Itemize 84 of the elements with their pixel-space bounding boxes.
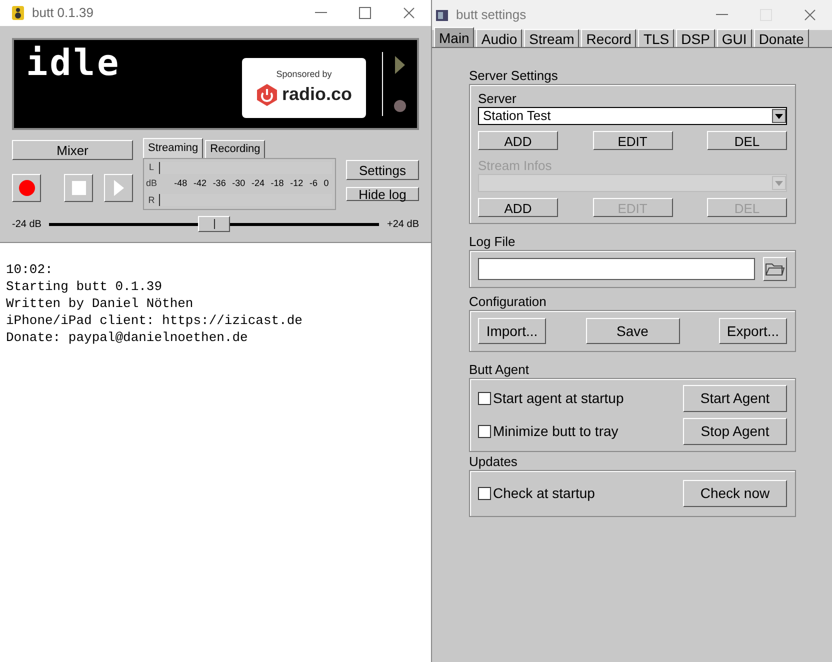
mixer-button[interactable]: Mixer <box>12 140 133 160</box>
scale-label: -42 <box>193 177 206 190</box>
checkbox[interactable] <box>478 425 491 438</box>
status-text: idle <box>26 44 121 86</box>
scale-label: -24 <box>251 177 264 190</box>
sponsor-banner[interactable]: Sponsored by radio.co <box>242 58 366 118</box>
config-button[interactable]: Import... <box>478 318 546 344</box>
record-icon <box>18 180 34 196</box>
settings-tab[interactable]: TLS <box>638 29 674 47</box>
group-title: Log File <box>469 234 516 250</box>
server-action-button[interactable]: ADD <box>478 131 558 150</box>
group-title: Configuration <box>469 294 548 310</box>
field-label: Server <box>478 91 518 107</box>
log-line: Written by Daniel Nöthen <box>6 295 194 312</box>
gain-min-label: -24 dB <box>12 218 42 232</box>
minimize-icon[interactable] <box>315 12 327 14</box>
settings-button[interactable]: Settings <box>346 160 419 180</box>
meter-label: dB <box>146 177 157 190</box>
settings-tab[interactable]: Stream <box>524 29 580 47</box>
play-button[interactable] <box>104 174 133 202</box>
close-icon[interactable] <box>403 7 415 19</box>
log-file-field[interactable] <box>478 258 755 280</box>
settings-tab[interactable]: Record <box>581 29 636 47</box>
dropdown[interactable]: Station Test <box>478 107 787 125</box>
agent-button[interactable]: Stop Agent <box>683 418 787 445</box>
log-line: Donate: paypal@danielnoethen.de <box>6 329 249 346</box>
power-hexagon-icon <box>256 82 278 107</box>
stop-button[interactable] <box>64 174 93 202</box>
meter-label: R <box>148 194 155 206</box>
scale-label: -12 <box>290 177 304 190</box>
sponsor-name: radio.co <box>282 83 352 106</box>
browse-button[interactable] <box>763 257 787 281</box>
checkbox[interactable] <box>478 392 491 405</box>
settings-tab[interactable]: Main <box>434 27 474 47</box>
server-action-button[interactable]: EDIT <box>592 131 672 150</box>
checkbox-label: Start agent at startup <box>493 389 624 408</box>
config-button[interactable]: Export... <box>719 318 787 344</box>
agent-button[interactable]: Start Agent <box>683 385 787 412</box>
scale-label: -18 <box>270 177 284 190</box>
scale-label: -6 <box>309 177 318 190</box>
record-button[interactable] <box>12 174 41 202</box>
meter-label: L <box>148 161 154 174</box>
sponsor-caption: Sponsored by <box>276 68 332 81</box>
checkbox-label: Minimize butt to tray <box>493 422 618 441</box>
maximize-icon[interactable] <box>359 7 371 19</box>
log-line: 10:02: <box>6 261 54 278</box>
window-title: butt 0.1.39 <box>32 4 94 22</box>
settings-tab[interactable]: Donate <box>754 29 809 47</box>
speaker-icon <box>12 6 24 20</box>
minimize-icon[interactable] <box>716 14 728 16</box>
checkbox[interactable] <box>478 487 491 500</box>
stop-icon <box>72 181 86 195</box>
app-icon <box>436 10 448 20</box>
group-title: Butt Agent <box>469 362 530 378</box>
scale-label: -30 <box>232 177 246 190</box>
agent-button[interactable]: Check now <box>683 480 787 507</box>
settings-tab[interactable]: Audio <box>476 29 522 47</box>
log-line: Starting butt 0.1.39 <box>6 278 164 295</box>
group-title: Server Settings <box>469 68 559 84</box>
meter-tab[interactable]: Streaming <box>143 138 204 158</box>
caret-icon <box>775 114 783 118</box>
log-line: iPhone/iPad client: https://izicast.de <box>6 312 304 329</box>
folder-icon <box>765 262 785 276</box>
play-icon[interactable] <box>395 56 405 74</box>
meter-tab[interactable]: Recording <box>205 140 266 158</box>
hide-log-button[interactable]: Hide log <box>346 187 419 201</box>
settings-tab[interactable]: GUI <box>716 29 752 47</box>
dropdown-value: Station Test <box>483 107 551 126</box>
caret-icon <box>775 180 783 186</box>
slider-thumb[interactable] <box>198 216 230 232</box>
checkbox-label: Check at startup <box>493 484 595 503</box>
gain-max-label: +24 dB <box>387 218 419 232</box>
scale-label: 0 <box>324 177 329 190</box>
server-action-button[interactable]: DEL <box>707 131 787 150</box>
indicator-light-icon <box>394 100 406 112</box>
gain-slider[interactable] <box>49 216 380 232</box>
play-icon <box>114 180 124 196</box>
group-title: Updates <box>469 454 518 470</box>
scale-label: -48 <box>174 177 188 190</box>
window-title: butt settings <box>456 6 526 24</box>
config-button[interactable]: Save <box>586 318 680 344</box>
close-icon[interactable] <box>804 9 816 21</box>
scale-label: -36 <box>212 177 226 190</box>
settings-tab[interactable]: DSP <box>676 29 715 47</box>
